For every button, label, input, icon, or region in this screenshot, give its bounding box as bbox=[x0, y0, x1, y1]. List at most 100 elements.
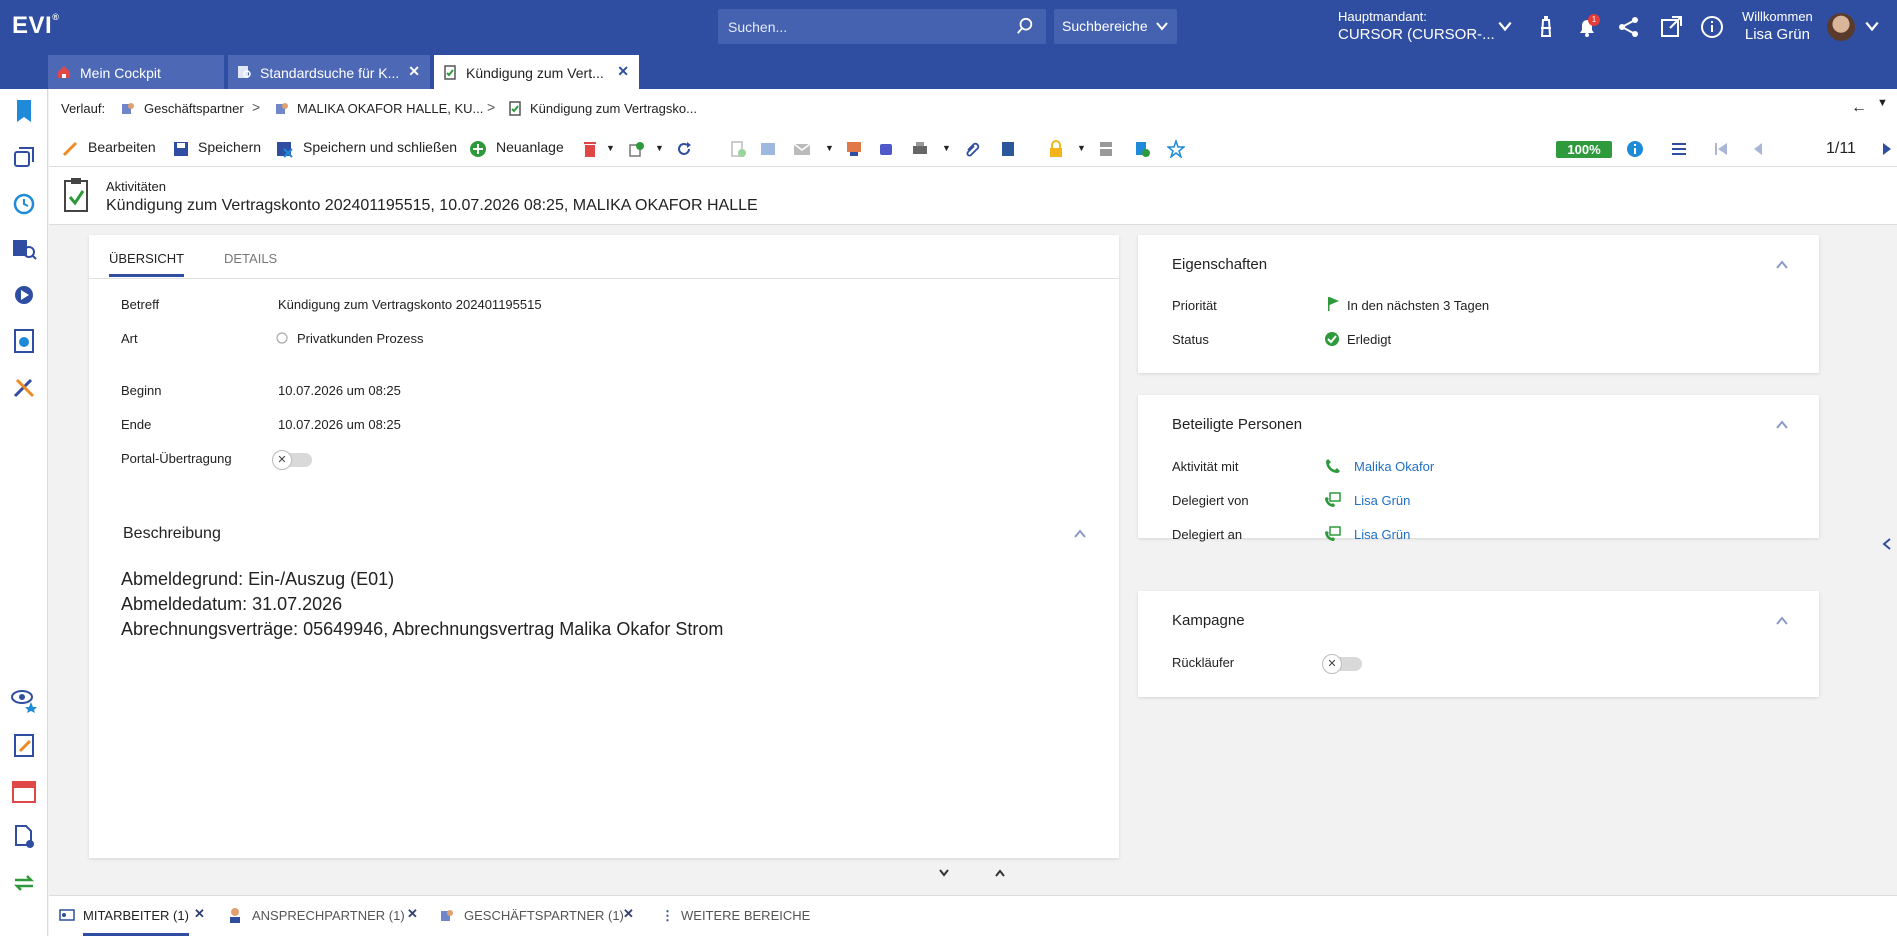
breadcrumb-item-business-partner[interactable]: Geschäftspartner bbox=[144, 101, 244, 116]
chevron-down-icon[interactable] bbox=[1864, 18, 1880, 34]
word-icon[interactable] bbox=[999, 140, 1017, 158]
tab-kuendigung[interactable]: Kündigung zum Vert... ✕ bbox=[434, 55, 639, 89]
chevron-down-icon[interactable]: ▼ bbox=[655, 143, 664, 153]
save-button[interactable]: Speichern bbox=[198, 139, 261, 155]
edit-button[interactable]: Bearbeiten bbox=[88, 139, 156, 155]
tab-uebersicht[interactable]: ÜBERSICHT bbox=[109, 251, 185, 277]
description-line: Abrechnungsverträge: 05649946, Abrechnun… bbox=[121, 619, 724, 639]
chevron-down-icon[interactable] bbox=[938, 868, 950, 878]
report-icon[interactable] bbox=[10, 327, 38, 355]
windows-icon[interactable] bbox=[10, 143, 38, 171]
presenter-icon[interactable] bbox=[845, 140, 863, 158]
chevron-right-icon: > bbox=[487, 99, 496, 115]
attachment-icon[interactable] bbox=[963, 140, 981, 158]
external-link-icon[interactable] bbox=[1658, 14, 1684, 40]
print-icon[interactable] bbox=[911, 140, 929, 158]
beginn-value[interactable]: 10.07.2026 um 08:25 bbox=[278, 383, 401, 398]
refresh-icon[interactable] bbox=[675, 140, 693, 158]
chevron-up-icon[interactable] bbox=[1775, 258, 1789, 272]
art-label: Art bbox=[121, 331, 138, 346]
process-gear-icon[interactable] bbox=[10, 281, 38, 309]
chevron-down-icon[interactable]: ▼ bbox=[942, 143, 951, 153]
add-document-icon[interactable] bbox=[729, 140, 747, 158]
returns-toggle[interactable]: ✕ bbox=[1322, 654, 1362, 674]
tab-weitere-bereiche[interactable]: WEITERE BEREICHE bbox=[681, 908, 810, 923]
copy-icon[interactable] bbox=[627, 140, 645, 158]
outlook-icon[interactable] bbox=[759, 140, 777, 158]
breadcrumb-item-partner-record[interactable]: MALIKA OKAFOR HALLE, KU... bbox=[297, 101, 483, 116]
betreff-value[interactable]: Kündigung zum Vertragskonto 202401195515 bbox=[278, 297, 542, 312]
top-header: EVI® Suchen... Suchbereiche Hauptmandant… bbox=[0, 0, 1897, 54]
chevron-up-icon[interactable] bbox=[1775, 614, 1789, 628]
tenant-selector[interactable]: Hauptmandant: CURSOR (CURSOR-... bbox=[1338, 8, 1495, 44]
chevron-up-icon[interactable] bbox=[1073, 527, 1087, 541]
delegated-to-link[interactable]: Lisa Grün bbox=[1354, 527, 1410, 542]
first-page-icon[interactable] bbox=[1712, 140, 1730, 158]
radio-icon[interactable] bbox=[275, 331, 289, 345]
chevron-down-icon[interactable]: ▼ bbox=[606, 143, 615, 153]
layout-icon[interactable] bbox=[1097, 140, 1115, 158]
art-value[interactable]: Privatkunden Prozess bbox=[297, 331, 423, 346]
watch-star-icon[interactable] bbox=[10, 685, 38, 713]
close-icon[interactable]: ✕ bbox=[617, 63, 629, 80]
home-icon bbox=[58, 66, 70, 78]
search-icon[interactable] bbox=[1016, 17, 1034, 35]
tab-ansprechpartner[interactable]: ANSPRECHPARTNER (1) bbox=[252, 908, 405, 923]
info-icon[interactable] bbox=[1626, 140, 1644, 158]
search-input[interactable]: Suchen... bbox=[718, 9, 1046, 44]
chevron-left-icon[interactable] bbox=[1881, 537, 1893, 551]
calendar-icon[interactable] bbox=[10, 777, 38, 805]
breadcrumb-item-activity[interactable]: Kündigung zum Vertragsko... bbox=[530, 101, 697, 116]
close-icon[interactable]: ✕ bbox=[623, 906, 634, 922]
info-icon[interactable] bbox=[1699, 14, 1725, 40]
more-vertical-icon[interactable]: ⋮ bbox=[661, 908, 674, 924]
assign-icon[interactable] bbox=[1133, 140, 1151, 158]
delete-icon[interactable] bbox=[581, 140, 599, 158]
close-icon[interactable]: ✕ bbox=[407, 906, 418, 922]
back-arrow-icon[interactable]: ← bbox=[1851, 99, 1867, 117]
user-greeting[interactable]: Willkommen Lisa Grün bbox=[1742, 8, 1813, 44]
new-button[interactable]: Neuanlage bbox=[496, 139, 564, 155]
portal-transfer-toggle[interactable]: ✕ bbox=[272, 450, 312, 470]
search-list-icon[interactable] bbox=[10, 235, 38, 263]
search-area-select[interactable]: Suchbereiche bbox=[1054, 9, 1177, 44]
tab-geschaeftspartner[interactable]: GESCHÄFTSPARTNER (1) bbox=[464, 908, 624, 923]
chevron-down-icon[interactable]: ▼ bbox=[825, 143, 834, 153]
tab-standardsuche[interactable]: Standardsuche für K... ✕ bbox=[228, 55, 430, 89]
sync-icon[interactable] bbox=[10, 869, 38, 897]
main-content: ÜBERSICHT DETAILS Betreff Kündigung zum … bbox=[49, 225, 1897, 867]
close-icon[interactable]: ✕ bbox=[194, 906, 205, 922]
save-close-button[interactable]: Speichern und schließen bbox=[303, 139, 457, 155]
chevron-down-icon[interactable]: ▼ bbox=[1877, 97, 1888, 109]
chevron-up-icon[interactable] bbox=[1775, 418, 1789, 432]
next-page-icon[interactable] bbox=[1878, 140, 1896, 158]
ende-value[interactable]: 10.07.2026 um 08:25 bbox=[278, 417, 401, 432]
clipboard-check-icon bbox=[64, 178, 88, 212]
close-icon[interactable]: ✕ bbox=[408, 63, 420, 80]
avatar[interactable] bbox=[1827, 13, 1855, 41]
status-value[interactable]: Erledigt bbox=[1347, 332, 1391, 347]
tab-mitarbeiter[interactable]: MITARBEITER (1) bbox=[83, 908, 189, 936]
teams-icon[interactable] bbox=[877, 140, 895, 158]
activity-with-link[interactable]: Malika Okafor bbox=[1354, 459, 1434, 474]
document-settings-icon[interactable] bbox=[10, 823, 38, 851]
clipboard-edit-icon[interactable] bbox=[10, 731, 38, 759]
star-icon[interactable] bbox=[1167, 140, 1185, 158]
mail-icon[interactable] bbox=[793, 140, 811, 158]
share-icon[interactable] bbox=[1616, 14, 1642, 40]
previous-page-icon[interactable] bbox=[1749, 140, 1767, 158]
lock-icon[interactable] bbox=[1047, 140, 1065, 158]
tools-icon[interactable] bbox=[10, 373, 38, 401]
delegated-from-link[interactable]: Lisa Grün bbox=[1354, 493, 1410, 508]
menu-icon[interactable] bbox=[1670, 140, 1688, 158]
bookmark-icon[interactable] bbox=[10, 97, 38, 125]
history-icon[interactable] bbox=[10, 189, 38, 217]
chevron-down-icon[interactable] bbox=[1497, 18, 1513, 34]
chevron-up-icon[interactable] bbox=[994, 868, 1006, 878]
app-logo[interactable]: EVI® bbox=[12, 12, 59, 40]
lighthouse-icon[interactable] bbox=[1533, 14, 1559, 40]
tab-mein-cockpit[interactable]: Mein Cockpit bbox=[48, 55, 224, 89]
chevron-down-icon[interactable]: ▼ bbox=[1077, 143, 1086, 153]
priority-value[interactable]: In den nächsten 3 Tagen bbox=[1347, 298, 1489, 313]
tab-details[interactable]: DETAILS bbox=[224, 251, 277, 266]
